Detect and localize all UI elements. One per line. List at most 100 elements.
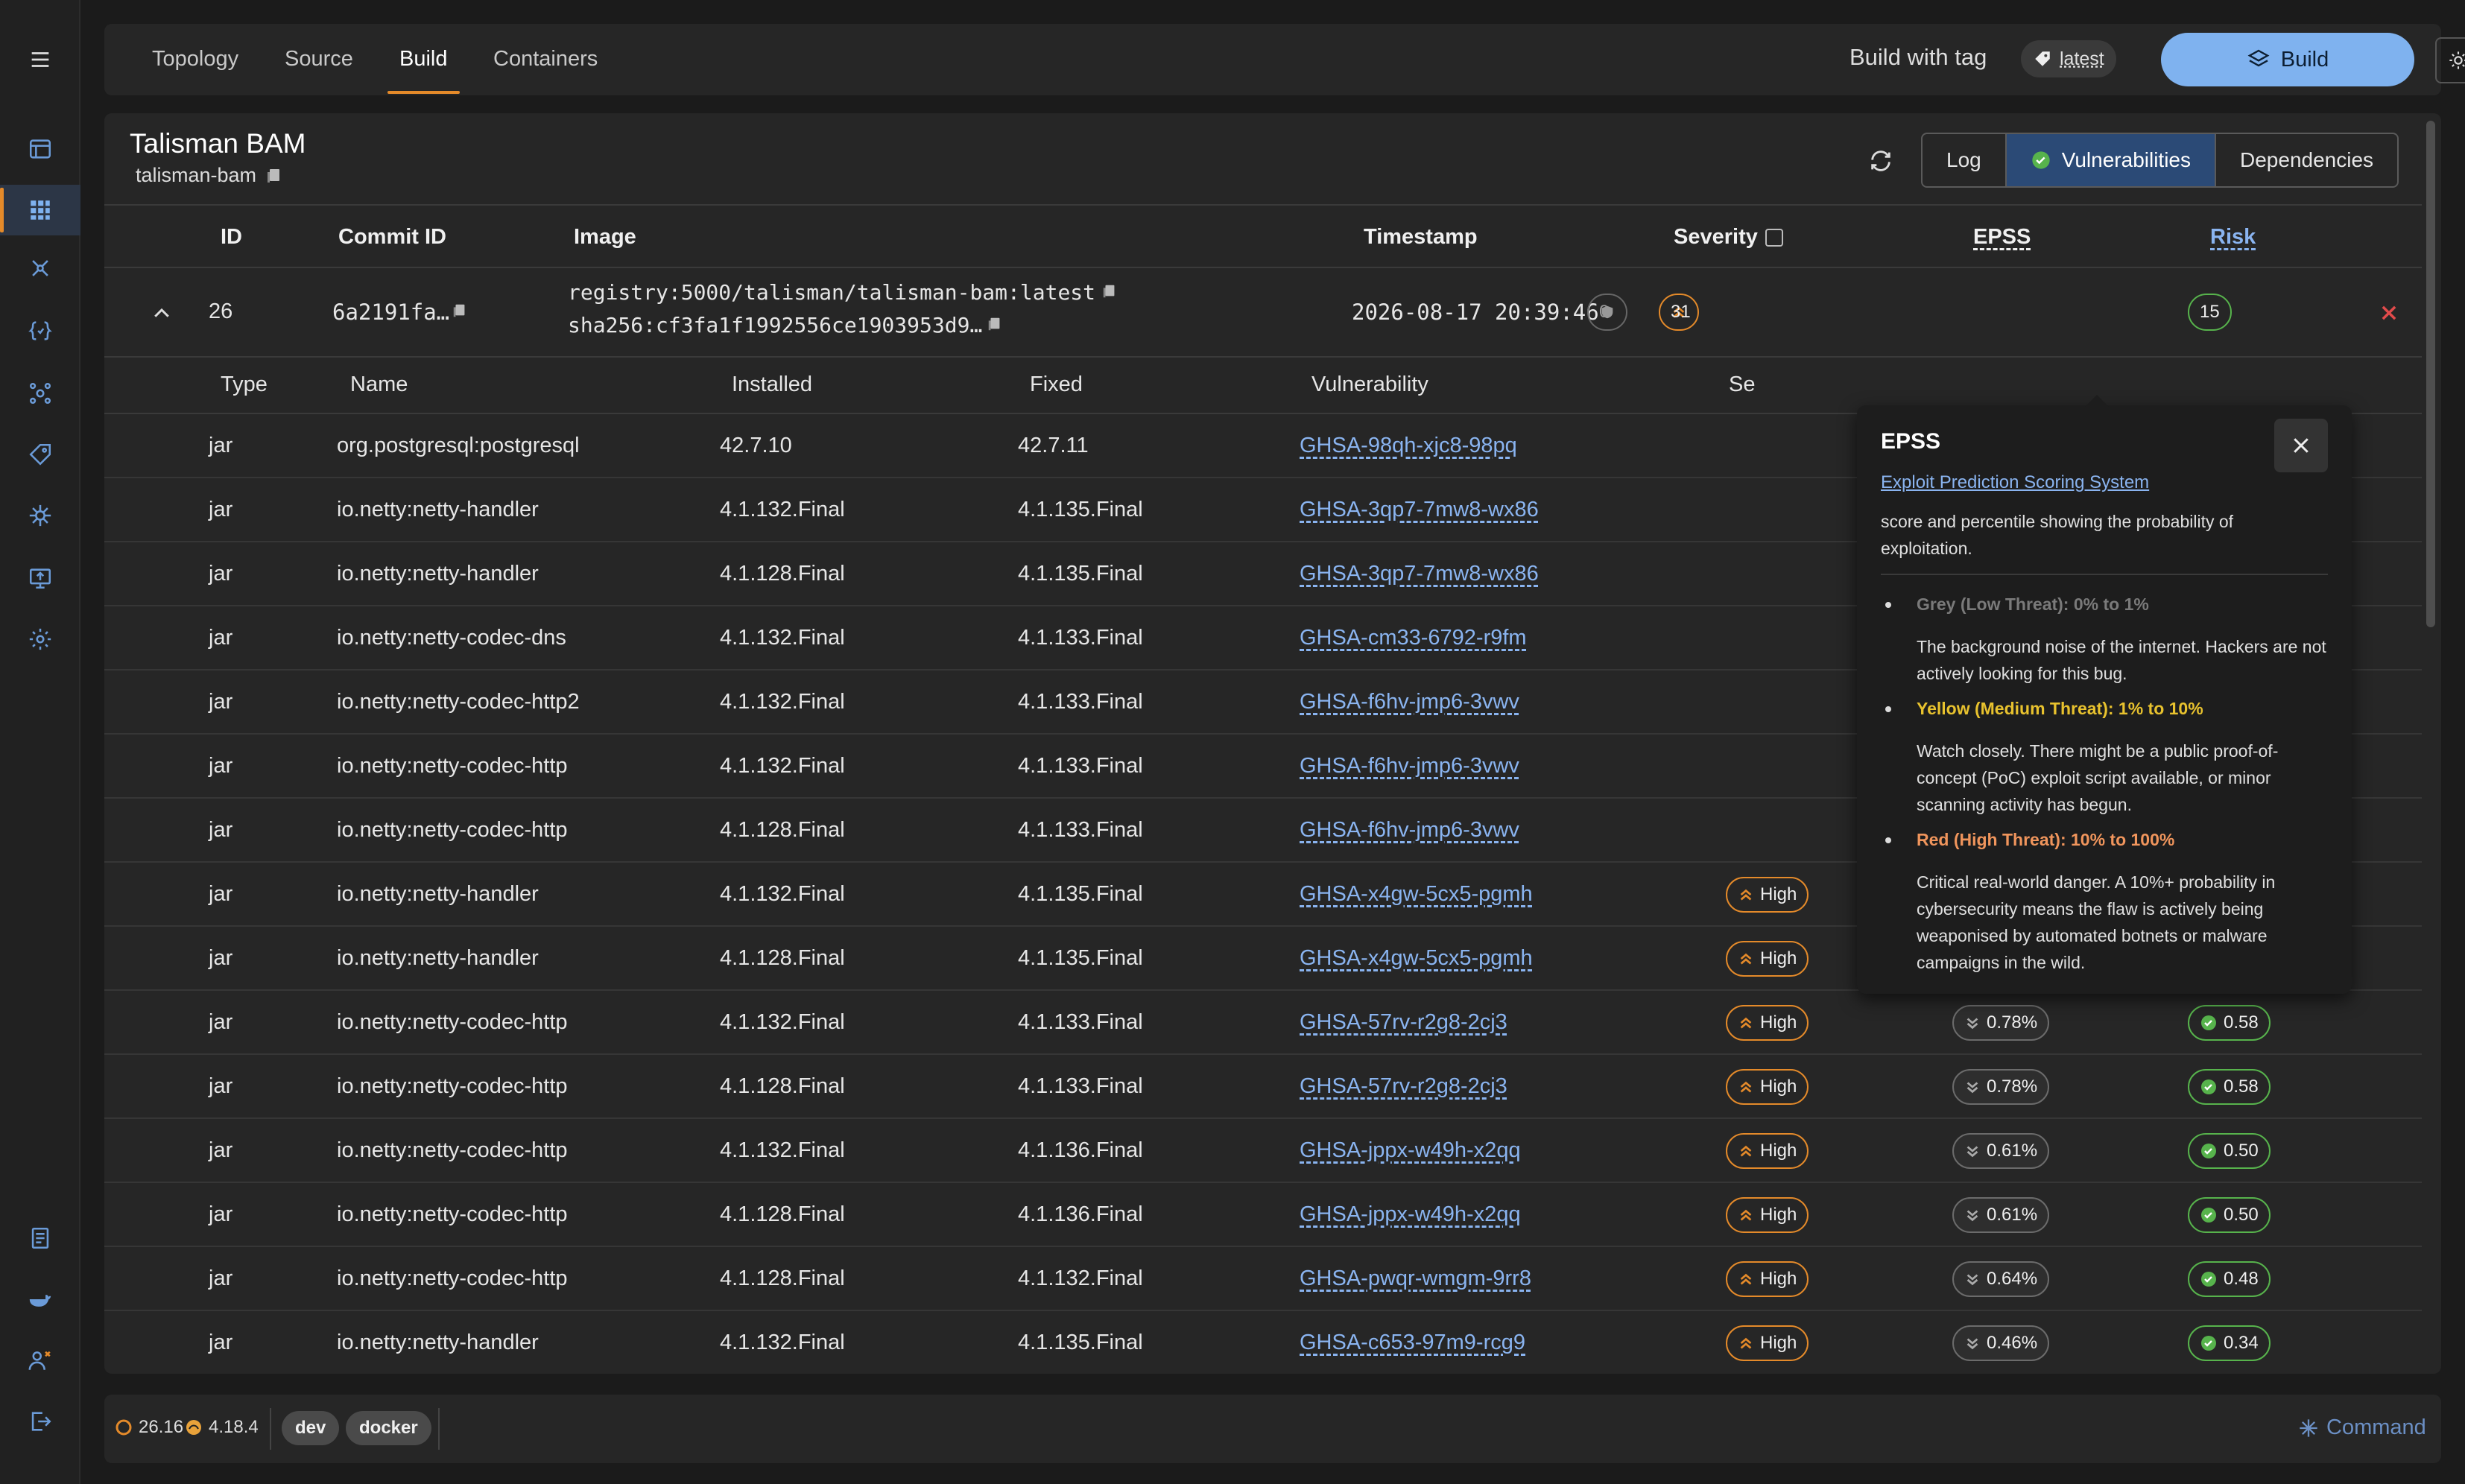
tab-containers[interactable]: Containers	[493, 24, 598, 95]
table-row[interactable]: jar io.netty:netty-codec-http 4.1.128.Fina…	[104, 1183, 2422, 1247]
code-brackets-icon	[28, 321, 52, 340]
header-risk[interactable]: Risk	[2210, 225, 2256, 250]
env-chip-docker[interactable]: docker	[346, 1411, 431, 1445]
row-name: io.netty:netty-codec-dns	[337, 626, 566, 650]
header-commit[interactable]: Commit ID	[338, 225, 446, 250]
risk-value: 0.58	[2224, 1012, 2259, 1033]
runtime-logo-icon	[186, 1420, 201, 1435]
epss-link[interactable]: Exploit Prediction Scoring System	[1881, 472, 2149, 493]
col-installed[interactable]: Installed	[732, 372, 812, 397]
sidebar-item-settings[interactable]	[0, 614, 80, 665]
header-timestamp[interactable]: Timestamp	[1364, 225, 1478, 250]
row-name: io.netty:netty-codec-http	[337, 1010, 568, 1034]
col-fixed[interactable]: Fixed	[1030, 372, 1083, 397]
row-fixed: 4.1.136.Final	[1018, 1138, 1143, 1162]
row-vulnerability-link[interactable]: GHSA-57rv-r2g8-2cj3	[1300, 1074, 1507, 1099]
theme-toggle[interactable]	[2435, 37, 2465, 83]
table-row[interactable]: jar io.netty:netty-codec-http 4.1.128.Fina…	[104, 1247, 2422, 1311]
sidebar-item-users[interactable]	[0, 1335, 80, 1386]
sidebar-item-docs[interactable]	[0, 1213, 80, 1263]
sidebar-item-deploy[interactable]	[0, 553, 80, 603]
dependencies-view-button[interactable]: Dependencies	[2216, 134, 2397, 186]
close-icon[interactable]	[2379, 302, 2399, 323]
col-name[interactable]: Name	[350, 372, 408, 397]
row-vulnerability-link[interactable]: GHSA-jppx-w49h-x2qq	[1300, 1202, 1521, 1227]
popover-close-button[interactable]	[2274, 419, 2328, 472]
row-vulnerability-link[interactable]: GHSA-57rv-r2g8-2cj3	[1300, 1010, 1507, 1035]
tab-build[interactable]: Build	[387, 24, 459, 95]
copy-icon[interactable]	[265, 166, 283, 186]
row-fixed: 4.1.132.Final	[1018, 1266, 1143, 1290]
row-vulnerability-link[interactable]: GHSA-98qh-xjc8-98pq	[1300, 434, 1517, 458]
tab-topology[interactable]: Topology	[152, 24, 238, 95]
layers-icon	[2247, 49, 2270, 67]
header-id[interactable]: ID	[221, 225, 242, 250]
refresh-button[interactable]	[1863, 143, 1899, 179]
table-row[interactable]: jar io.netty:netty-codec-http 4.1.132.Fina…	[104, 1119, 2422, 1183]
copy-icon[interactable]	[452, 301, 468, 320]
monitor-deploy-icon	[29, 568, 51, 589]
build-button[interactable]: Build	[2161, 33, 2414, 86]
check-circle-icon	[2201, 1336, 2216, 1351]
row-vulnerability-link[interactable]: GHSA-jppx-w49h-x2qq	[1300, 1138, 1521, 1163]
col-type[interactable]: Type	[221, 372, 268, 397]
chevron-up-icon[interactable]	[151, 302, 173, 325]
row-vulnerability-link[interactable]: GHSA-3qp7-7mw8-wx86	[1300, 498, 1539, 522]
build-commit: 6a2191fa…	[332, 299, 450, 325]
sidebar-item-docker[interactable]	[0, 1274, 80, 1325]
tag-selector[interactable]: latest	[2021, 40, 2116, 77]
row-type: jar	[209, 754, 233, 778]
header-severity[interactable]: Severity	[1674, 225, 1758, 250]
row-vulnerability-link[interactable]: GHSA-f6hv-jmp6-3vwv	[1300, 754, 1519, 779]
row-vulnerability-link[interactable]: GHSA-f6hv-jmp6-3vwv	[1300, 690, 1519, 714]
menu-button[interactable]	[0, 34, 80, 85]
threat-text-high: Critical real-world danger. A 10%+ proba…	[1917, 872, 2276, 972]
sidebar-item-network[interactable]	[0, 243, 80, 294]
row-vulnerability-link[interactable]: GHSA-pwqr-wmgm-9rr8	[1300, 1266, 1531, 1291]
sidebar-item-apps[interactable]	[0, 185, 80, 235]
row-vulnerability-link[interactable]: GHSA-x4gw-5cx5-pgmh	[1300, 882, 1533, 907]
copy-icon[interactable]	[987, 314, 1003, 334]
row-installed: 42.7.10	[720, 434, 792, 457]
low-count-badge: 0	[1587, 294, 1627, 331]
table-row[interactable]: jar io.netty:netty-handler 4.1.132.Final 4.…	[104, 1311, 2422, 1374]
col-vulnerability[interactable]: Vulnerability	[1311, 372, 1428, 397]
check-circle-icon	[2201, 1208, 2216, 1223]
chevrons-down-icon	[1966, 1210, 1978, 1222]
table-row[interactable]: jar io.netty:netty-codec-http 4.1.128.Fina…	[104, 1055, 2422, 1119]
sidebar-item-kubernetes[interactable]	[0, 490, 80, 541]
refresh-icon	[1871, 150, 1890, 171]
row-vulnerability-link[interactable]: GHSA-c653-97m9-rcg9	[1300, 1331, 1525, 1355]
row-fixed: 4.1.133.Final	[1018, 690, 1143, 714]
row-vulnerability-link[interactable]: GHSA-cm33-6792-r9fm	[1300, 626, 1527, 650]
tab-source[interactable]: Source	[285, 24, 353, 95]
sidebar-item-logout[interactable]	[0, 1396, 80, 1447]
sidebar-item-code[interactable]	[0, 305, 80, 356]
threat-text-medium: Watch closely. There might be a public p…	[1917, 741, 2279, 814]
epss-badge: 0.61%	[1952, 1197, 2050, 1233]
sidebar-item-tags[interactable]	[0, 429, 80, 480]
env-chip-dev[interactable]: dev	[282, 1411, 340, 1445]
row-vulnerability-link[interactable]: GHSA-x4gw-5cx5-pgmh	[1300, 946, 1533, 971]
divider	[270, 1408, 271, 1450]
build-row[interactable]: 26 6a2191fa… registry:5000/talisman/tali…	[104, 268, 2422, 358]
row-vulnerability-link[interactable]: GHSA-3qp7-7mw8-wx86	[1300, 562, 1539, 586]
header-image[interactable]: Image	[574, 225, 636, 250]
command-palette-button[interactable]: Command	[2298, 1415, 2426, 1440]
log-view-button[interactable]: Log	[1923, 134, 2007, 186]
sidebar-item-dashboard[interactable]	[0, 124, 80, 174]
col-severity[interactable]: Se	[1729, 372, 1755, 397]
light-theme-button[interactable]	[2437, 39, 2465, 82]
scrollbar[interactable]	[2426, 121, 2435, 627]
row-vulnerability-link[interactable]: GHSA-f6hv-jmp6-3vwv	[1300, 818, 1519, 843]
table-row[interactable]: jar io.netty:netty-codec-http 4.1.132.Fina…	[104, 991, 2422, 1055]
build-image: registry:5000/talisman/talisman-bam:late…	[568, 280, 1096, 305]
header-epss[interactable]: EPSS	[1973, 225, 2031, 250]
epss-value: 0.46%	[1987, 1333, 2038, 1353]
severity-checkbox[interactable]	[1765, 228, 1784, 247]
row-fixed: 4.1.133.Final	[1018, 818, 1143, 842]
copy-icon[interactable]	[1101, 282, 1118, 301]
chevrons-down-icon	[1966, 1274, 1978, 1286]
sidebar-item-integrations[interactable]	[0, 368, 80, 419]
vulnerabilities-view-button[interactable]: Vulnerabilities	[2006, 134, 2216, 186]
